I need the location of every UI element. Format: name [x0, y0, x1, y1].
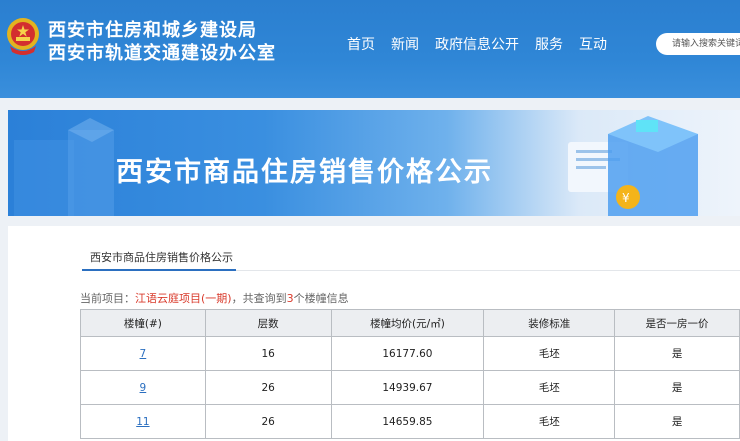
nav-interaction[interactable]: 互动 [579, 34, 607, 54]
table-header-row: 楼幢(#) 层数 楼幢均价(元/㎡) 装修标准 是否一房一价 [80, 309, 740, 337]
col-avg-price: 楼幢均价(元/㎡) [330, 309, 485, 337]
cell-floors: 26 [204, 370, 332, 405]
page-banner: ¥ 西安市商品住房销售价格公示 [8, 110, 740, 216]
summary-middle: ，共查询到 [231, 292, 287, 305]
summary-count: 3 [286, 292, 294, 305]
nav-news[interactable]: 新闻 [391, 34, 419, 54]
building-link[interactable]: 7 [140, 348, 147, 360]
banner-title: 西安市商品住房销售价格公示 [116, 157, 493, 188]
col-floors: 层数 [204, 309, 332, 337]
building-link[interactable]: 11 [136, 416, 149, 428]
cell-avg-price: 16177.60 [330, 336, 485, 371]
cell-avg-price: 14939.67 [330, 370, 485, 405]
org-title-line2: 西安市轨道交通建设办公室 [48, 43, 276, 64]
col-one-price: 是否一房一价 [614, 309, 740, 337]
summary-project: 江语云庭项目(一期) [135, 292, 232, 305]
cell-floors: 26 [204, 404, 332, 439]
nav-service[interactable]: 服务 [535, 34, 563, 54]
building-price-table: 楼幢(#) 层数 楼幢均价(元/㎡) 装修标准 是否一房一价 7 16 1617… [80, 309, 740, 439]
nav-gov-info[interactable]: 政府信息公开 [435, 34, 519, 54]
search-input[interactable]: 请输入搜索关键词 [656, 33, 740, 55]
table-row: 7 16 16177.60 毛坯 是 [80, 336, 740, 371]
cell-one-price: 是 [614, 404, 740, 439]
cell-decoration: 毛坯 [483, 404, 616, 439]
national-emblem-icon [7, 18, 39, 55]
cell-building: 11 [80, 404, 206, 439]
tab-price-notice[interactable]: 西安市商品住房销售价格公示 [90, 249, 233, 265]
col-decoration: 装修标准 [483, 309, 616, 337]
summary-prefix: 当前项目： [80, 292, 135, 305]
query-summary: 当前项目：江语云庭项目(一期)，共查询到3个楼幢信息 [80, 290, 349, 306]
tab-active-indicator [82, 269, 236, 271]
main-nav: 首页 新闻 政府信息公开 服务 互动 [347, 34, 607, 54]
cell-decoration: 毛坯 [483, 370, 616, 405]
cell-building: 7 [80, 336, 206, 371]
cell-avg-price: 14659.85 [330, 404, 485, 439]
table-row: 9 26 14939.67 毛坯 是 [80, 370, 740, 405]
cell-one-price: 是 [614, 370, 740, 405]
cell-floors: 16 [204, 336, 332, 371]
cell-one-price: 是 [614, 336, 740, 371]
summary-suffix: 个楼幢信息 [293, 292, 349, 305]
nav-home[interactable]: 首页 [347, 34, 375, 54]
building-link[interactable]: 9 [140, 382, 147, 394]
table-row: 11 26 14659.85 毛坯 是 [80, 404, 740, 439]
cell-building: 9 [80, 370, 206, 405]
cell-decoration: 毛坯 [483, 336, 616, 371]
site-header: 西安市住房和城乡建设局 西安市轨道交通建设办公室 首页 新闻 政府信息公开 服务… [0, 0, 740, 98]
svg-text:¥: ¥ [622, 191, 630, 205]
col-building: 楼幢(#) [80, 309, 206, 337]
